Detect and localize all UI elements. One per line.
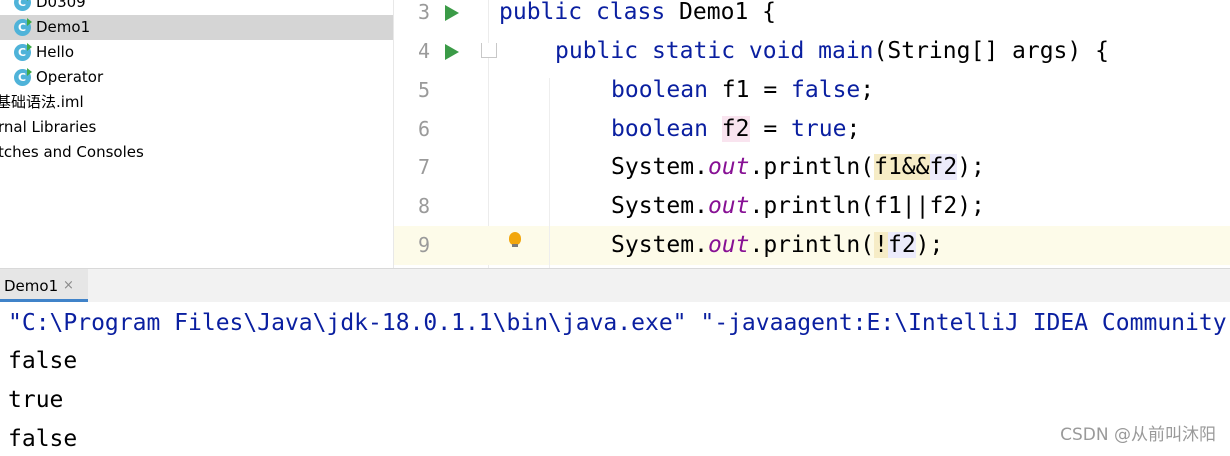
- variable: f1: [721, 77, 750, 103]
- semicolon: ;: [846, 116, 861, 142]
- static-field: out: [707, 154, 750, 180]
- argument: f1||f2: [874, 193, 958, 219]
- system-class: System.: [611, 193, 708, 219]
- tree-item-external-libraries[interactable]: rnal Libraries: [0, 115, 393, 140]
- keyword: boolean: [611, 77, 708, 103]
- semicolon: ;: [860, 77, 875, 103]
- run-tab-demo1[interactable]: Demo1 ×: [0, 269, 88, 302]
- tree-item-label: Operator: [36, 68, 104, 86]
- line-number: 6: [417, 117, 431, 141]
- fold-marker-icon[interactable]: [481, 43, 497, 58]
- class-declaration: Demo1 {: [665, 0, 776, 25]
- argument-ref: f2: [929, 154, 958, 180]
- run-class-icon[interactable]: [445, 5, 459, 21]
- system-class: System.: [611, 232, 708, 258]
- method-call: .println(: [749, 154, 875, 180]
- static-field: out: [707, 193, 750, 219]
- line-number: 8: [417, 194, 431, 218]
- argument-part: f1&&: [874, 154, 930, 180]
- line-number: 9: [417, 233, 431, 257]
- project-tree: D0309 Demo1 Hello Operator 基础语法.iml rnal…: [0, 0, 393, 268]
- line-number: 5: [417, 78, 431, 102]
- run-tab-label: Demo1: [4, 277, 59, 295]
- code-line-9[interactable]: 9 System.out.println(!f2);: [394, 226, 1230, 265]
- variable-highlighted: f2: [721, 116, 750, 142]
- keyword: class: [595, 0, 666, 25]
- java-class-icon: [14, 68, 32, 86]
- method-call: .println(: [749, 193, 875, 219]
- line-number: 7: [417, 155, 431, 179]
- literal: false: [791, 77, 861, 103]
- operator: =: [749, 77, 792, 103]
- console-output-line: true: [8, 387, 64, 413]
- tree-item-label: rnal Libraries: [0, 118, 97, 136]
- static-field: out: [707, 232, 750, 258]
- method-name: main: [804, 38, 874, 64]
- argument-part: !: [874, 232, 888, 258]
- code-line-7[interactable]: 7 System.out.println(f1&&f2);: [394, 148, 1230, 187]
- tree-item-scratches-consoles[interactable]: tches and Consoles: [0, 140, 393, 165]
- tree-item-label: D0309: [36, 0, 86, 11]
- java-class-icon: [14, 43, 32, 61]
- code-line-6[interactable]: 6 boolean f2 = true;: [394, 110, 1230, 149]
- code-line-5[interactable]: 5 boolean f1 = false;: [394, 71, 1230, 110]
- argument-ref: f2: [887, 232, 916, 258]
- keyword: boolean: [611, 116, 708, 142]
- tree-item-label: 基础语法.iml: [0, 93, 84, 111]
- tree-item-demo1[interactable]: Demo1: [0, 15, 393, 40]
- operator: =: [749, 116, 792, 142]
- java-class-icon: [14, 18, 32, 36]
- code-line-4[interactable]: 4 public static void main(String[] args)…: [394, 32, 1230, 71]
- tree-item-label: tches and Consoles: [0, 143, 144, 161]
- run-main-icon[interactable]: [445, 44, 459, 60]
- keyword: public: [499, 0, 583, 25]
- console-command-line: "C:\Program Files\Java\jdk-18.0.1.1\bin\…: [8, 310, 1227, 336]
- tree-item-iml-file[interactable]: 基础语法.iml: [0, 90, 393, 115]
- console-output-line: false: [8, 426, 78, 452]
- line-number: 3: [417, 0, 431, 24]
- run-toolwindow-tabs: Demo1 ×: [0, 268, 1230, 303]
- lightbulb-icon[interactable]: [509, 232, 521, 247]
- method-call: .println(: [749, 232, 875, 258]
- keyword: void: [748, 38, 805, 64]
- tree-item-label: Demo1: [36, 18, 91, 36]
- tree-item-hello[interactable]: Hello: [0, 40, 393, 65]
- tree-item-label: Hello: [36, 43, 75, 61]
- line-number: 4: [417, 39, 431, 63]
- code-editor[interactable]: 3 public class Demo1 { 4 public static v…: [393, 0, 1230, 268]
- java-class-icon: [14, 0, 32, 11]
- method-params: (String[] args) {: [873, 38, 1109, 64]
- keyword: public: [555, 38, 639, 64]
- system-class: System.: [611, 154, 708, 180]
- console-output-line: false: [8, 348, 78, 374]
- keyword: static: [651, 38, 736, 64]
- call-end: );: [957, 193, 985, 219]
- close-icon[interactable]: ×: [63, 277, 74, 295]
- tree-item-d0309[interactable]: D0309: [0, 0, 393, 15]
- run-console[interactable]: "C:\Program Files\Java\jdk-18.0.1.1\bin\…: [0, 302, 1230, 456]
- tree-item-operator[interactable]: Operator: [0, 65, 393, 90]
- csdn-watermark: CSDN @从前叫沐阳: [1060, 425, 1216, 445]
- literal: true: [791, 116, 847, 142]
- code-line-8[interactable]: 8 System.out.println(f1||f2);: [394, 187, 1230, 226]
- call-end: );: [915, 232, 944, 258]
- call-end: );: [957, 154, 985, 180]
- code-line-3[interactable]: 3 public class Demo1 {: [394, 0, 1230, 32]
